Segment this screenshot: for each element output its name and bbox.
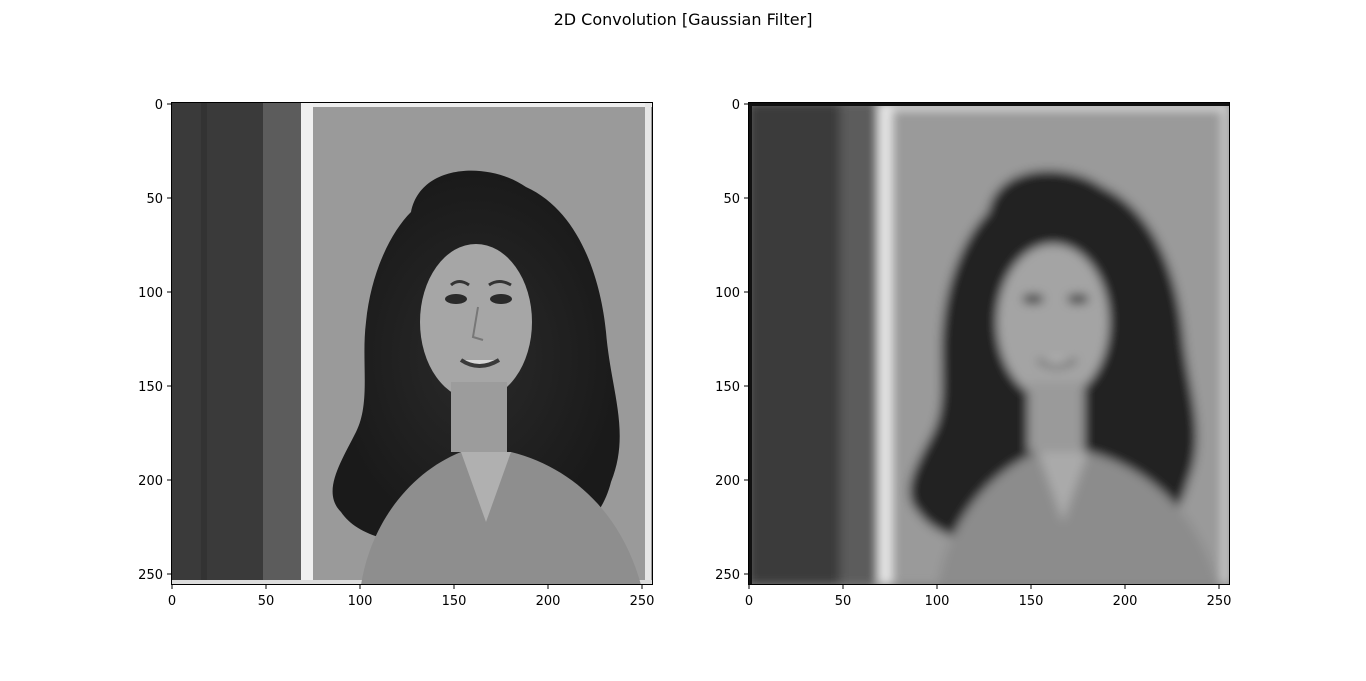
right-ytick-label: 150 [715, 380, 740, 395]
left-ytick-label: 50 [146, 192, 163, 207]
right-xtick-label: 200 [1113, 594, 1138, 609]
right-ytick-label: 100 [715, 286, 740, 301]
left-x-ticks: 0 50 100 150 200 250 [168, 585, 655, 609]
right-xtick-label: 100 [925, 594, 950, 609]
right-ytick-label: 250 [715, 568, 740, 583]
figure-title: 2D Convolution [Gaussian Filter] [553, 10, 813, 29]
right-xtick-label: 250 [1207, 594, 1232, 609]
right-axes-svg: 0 50 100 150 200 250 0 50 100 150 200 25… [715, 98, 1231, 609]
right-x-ticks: 0 50 100 150 200 250 [745, 585, 1232, 609]
left-ytick-label: 100 [138, 286, 163, 301]
left-y-ticks: 0 50 100 150 200 250 [138, 98, 171, 583]
left-ytick-label: 200 [138, 474, 163, 489]
left-xtick-label: 200 [536, 594, 561, 609]
left-xtick-label: 250 [630, 594, 655, 609]
right-ytick-label: 200 [715, 474, 740, 489]
left-ytick-label: 250 [138, 568, 163, 583]
portrait-image-original [171, 102, 653, 585]
left-axes: 0 50 100 150 200 250 0 50 100 150 200 25… [138, 98, 654, 609]
right-xtick-label: 150 [1019, 594, 1044, 609]
left-ytick-label: 150 [138, 380, 163, 395]
right-ytick-label: 50 [723, 192, 740, 207]
right-y-ticks: 0 50 100 150 200 250 [715, 98, 748, 583]
right-xtick-label: 0 [745, 594, 753, 609]
left-xtick-label: 100 [348, 594, 373, 609]
right-axes: 0 50 100 150 200 250 0 50 100 150 200 25… [715, 98, 1231, 609]
portrait-image-blurred [748, 102, 1230, 585]
left-xtick-label: 0 [168, 594, 176, 609]
left-axes-svg: 0 50 100 150 200 250 0 50 100 150 200 25… [138, 98, 654, 609]
right-ytick-label: 0 [732, 98, 740, 113]
left-xtick-label: 150 [442, 594, 467, 609]
left-ytick-label: 0 [155, 98, 163, 113]
right-xtick-label: 50 [835, 594, 852, 609]
left-xtick-label: 50 [258, 594, 275, 609]
